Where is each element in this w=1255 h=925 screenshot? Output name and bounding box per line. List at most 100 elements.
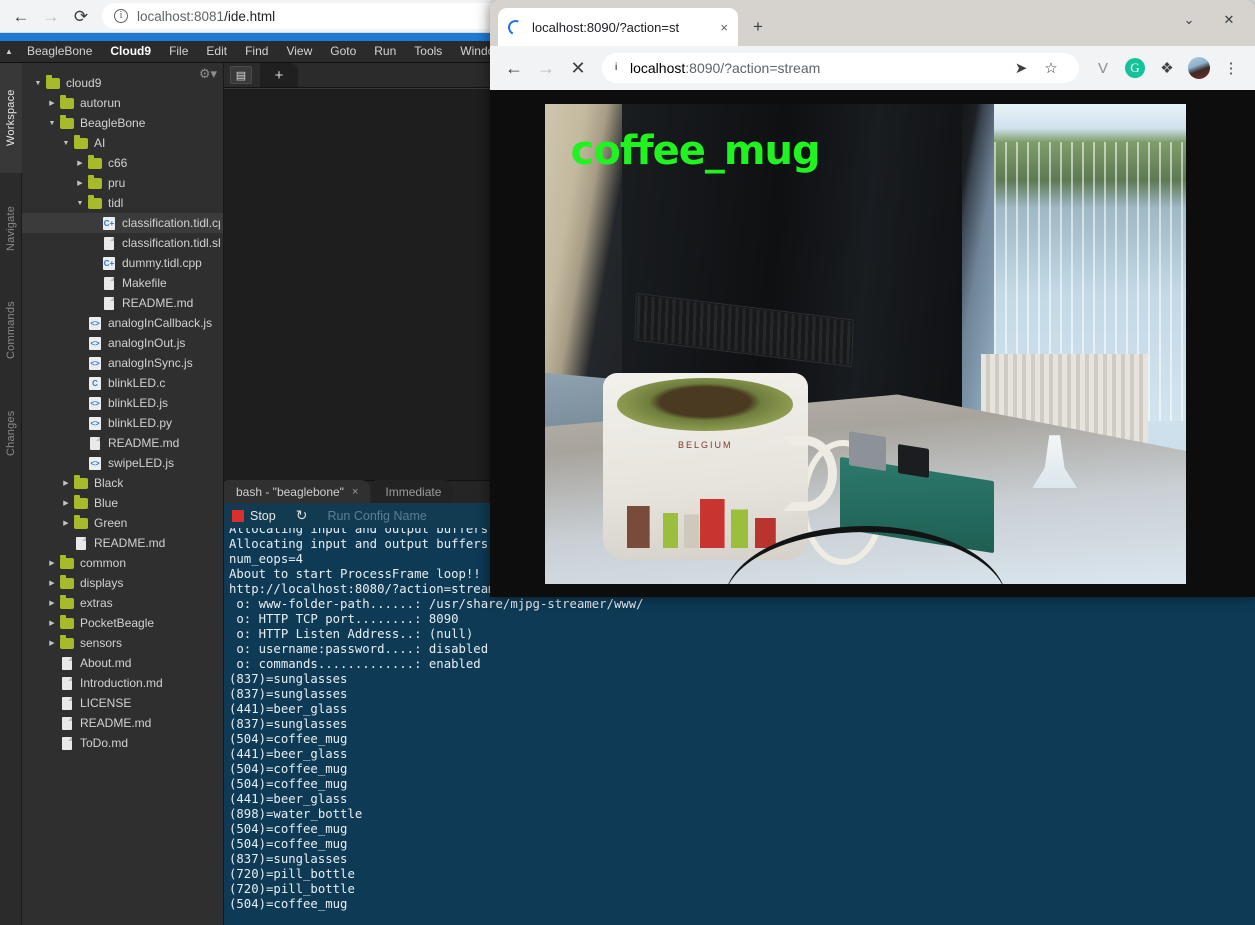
share-icon[interactable]: ➤	[1006, 53, 1036, 83]
tree-item-autorun[interactable]: ▶ autorun	[22, 93, 223, 113]
menu-file[interactable]: File	[160, 41, 197, 62]
back-button[interactable]: ←	[6, 1, 36, 31]
close-icon[interactable]: ×	[352, 486, 358, 498]
tree-item-readme-md[interactable]: README.md	[22, 713, 223, 733]
chevron-right-icon[interactable]: ▶	[74, 179, 86, 187]
tree-item-c66[interactable]: ▶ c66	[22, 153, 223, 173]
tree-item-analogincallback-js[interactable]: <> analogInCallback.js	[22, 313, 223, 333]
menu-find[interactable]: Find	[236, 41, 277, 62]
tree-item-blinkled-py[interactable]: <> blinkLED.py	[22, 413, 223, 433]
chevron-right-icon[interactable]: ▶	[46, 619, 58, 627]
tree-item-analoginsync-js[interactable]: <> analogInSync.js	[22, 353, 223, 373]
chevron-right-icon[interactable]: ▶	[46, 579, 58, 587]
tree-item-blue[interactable]: ▶ Blue	[22, 493, 223, 513]
tree-item-cloud9[interactable]: ▼ cloud9	[22, 73, 223, 93]
site-info-icon[interactable]: i	[114, 9, 128, 23]
tree-item-introduction-md[interactable]: Introduction.md	[22, 673, 223, 693]
tree-item-readme-md[interactable]: README.md	[22, 293, 223, 313]
reload-button[interactable]: ⟳	[66, 1, 96, 31]
grammarly-extension-icon[interactable]: G	[1119, 52, 1151, 84]
rail-item-navigate[interactable]: Navigate	[0, 183, 22, 273]
tree-item-green[interactable]: ▶ Green	[22, 513, 223, 533]
tree-item-makefile[interactable]: Makefile	[22, 273, 223, 293]
menu-beaglebone[interactable]: BeagleBone	[18, 41, 101, 62]
chevron-right-icon[interactable]: ▶	[46, 559, 58, 567]
chevron-right-icon[interactable]: ▶	[74, 159, 86, 167]
run-config-name-input[interactable]: Run Config Name	[327, 509, 426, 523]
rail-item-commands[interactable]: Commands	[0, 278, 22, 383]
forward-button[interactable]: →	[530, 52, 562, 84]
chevron-right-icon[interactable]: ▶	[46, 599, 58, 607]
tree-item-beaglebone[interactable]: ▼ BeagleBone	[22, 113, 223, 133]
back-button[interactable]: ←	[498, 52, 530, 84]
chevron-right-icon[interactable]: ▶	[60, 499, 72, 507]
chevron-down-icon[interactable]: ▼	[74, 200, 86, 207]
tree-item-label: autorun	[80, 96, 121, 110]
chevron-right-icon[interactable]: ▶	[60, 519, 72, 527]
tree-item-about-md[interactable]: About.md	[22, 653, 223, 673]
tree-item-dummy-tidl-cpp[interactable]: C+ dummy.tidl.cpp	[22, 253, 223, 273]
menu-goto[interactable]: Goto	[321, 41, 365, 62]
menu-cloud9[interactable]: Cloud9	[101, 41, 160, 62]
console-tab-bash[interactable]: bash - "beaglebone" ×	[224, 480, 371, 503]
tree-item-classification-tidl-sh[interactable]: classification.tidl.sh	[22, 233, 223, 253]
address-bar[interactable]: i localhost:8090/?action=stream ➤ ☆	[602, 53, 1079, 83]
stop-loading-button[interactable]: ✕	[562, 52, 594, 84]
forward-button[interactable]: →	[36, 1, 66, 31]
close-icon[interactable]: ×	[720, 20, 728, 35]
browser-tab-stream[interactable]: localhost:8090/?action=st ×	[498, 8, 738, 46]
stop-button-label[interactable]: Stop	[250, 509, 276, 523]
menu-edit[interactable]: Edit	[197, 41, 236, 62]
browser-menu-icon[interactable]: ⋮	[1215, 52, 1247, 84]
restart-icon[interactable]: ↻	[296, 507, 308, 524]
menu-view[interactable]: View	[277, 41, 321, 62]
tree-item-blinkled-c[interactable]: CblinkLED.c	[22, 373, 223, 393]
folder-icon	[72, 495, 90, 510]
bookmark-star-icon[interactable]: ☆	[1036, 53, 1066, 83]
folder-icon	[58, 555, 76, 570]
tree-item-extras[interactable]: ▶ extras	[22, 593, 223, 613]
menu-tools[interactable]: Tools	[405, 41, 451, 62]
tree-item-pocketbeagle[interactable]: ▶ PocketBeagle	[22, 613, 223, 633]
menubar-caret-icon[interactable]: ▲	[0, 47, 18, 56]
tree-item-pru[interactable]: ▶ pru	[22, 173, 223, 193]
close-window-icon[interactable]: ✕	[1209, 6, 1249, 34]
tree-item-readme-md[interactable]: README.md	[22, 533, 223, 553]
file-icon	[58, 676, 76, 691]
tree-item-black[interactable]: ▶ Black	[22, 473, 223, 493]
chevron-down-icon[interactable]: ▼	[32, 80, 44, 87]
tree-item-blinkled-js[interactable]: <> blinkLED.js	[22, 393, 223, 413]
tree-item-label: README.md	[94, 536, 166, 550]
show-tab-list-icon[interactable]: ▤	[230, 66, 252, 84]
chevron-down-icon[interactable]: ▼	[46, 120, 58, 127]
console-tab-immediate[interactable]: Immediate	[373, 480, 454, 503]
tree-item-displays[interactable]: ▶ displays	[22, 573, 223, 593]
new-tab-button[interactable]: +	[260, 63, 298, 87]
rail-item-workspace[interactable]: Workspace	[0, 63, 22, 173]
vimium-extension-icon[interactable]: V	[1087, 52, 1119, 84]
tree-item-ai[interactable]: ▼ AI	[22, 133, 223, 153]
minimize-icon[interactable]: ⌄	[1169, 6, 1209, 34]
tree-item-readme-md[interactable]: README.md	[22, 433, 223, 453]
tree-item-label: extras	[80, 596, 113, 610]
chevron-down-icon[interactable]: ▼	[60, 140, 72, 147]
new-tab-button[interactable]: +	[744, 13, 772, 41]
tree-item-swipeled-js[interactable]: <> swipeLED.js	[22, 453, 223, 473]
tree-item-todo-md[interactable]: ToDo.md	[22, 733, 223, 753]
tree-item-label: Makefile	[122, 276, 167, 290]
tree-item-tidl[interactable]: ▼ tidl	[22, 193, 223, 213]
site-info-icon[interactable]: i	[615, 61, 630, 76]
chevron-right-icon[interactable]: ▶	[46, 639, 58, 647]
tree-item-license[interactable]: LICENSE	[22, 693, 223, 713]
extensions-puzzle-icon[interactable]: ❖	[1151, 52, 1183, 84]
tree-item-common[interactable]: ▶ common	[22, 553, 223, 573]
tree-item-sensors[interactable]: ▶ sensors	[22, 633, 223, 653]
tree-item-classification-tidl-cpp[interactable]: C+ classification.tidl.cpp	[22, 213, 223, 233]
chevron-right-icon[interactable]: ▶	[60, 479, 72, 487]
profile-avatar[interactable]	[1188, 57, 1210, 79]
tree-item-analoginout-js[interactable]: <> analogInOut.js	[22, 333, 223, 353]
menu-run[interactable]: Run	[365, 41, 405, 62]
rail-item-changes[interactable]: Changes	[0, 388, 22, 478]
stop-square-icon[interactable]	[232, 509, 244, 522]
chevron-right-icon[interactable]: ▶	[46, 99, 58, 107]
